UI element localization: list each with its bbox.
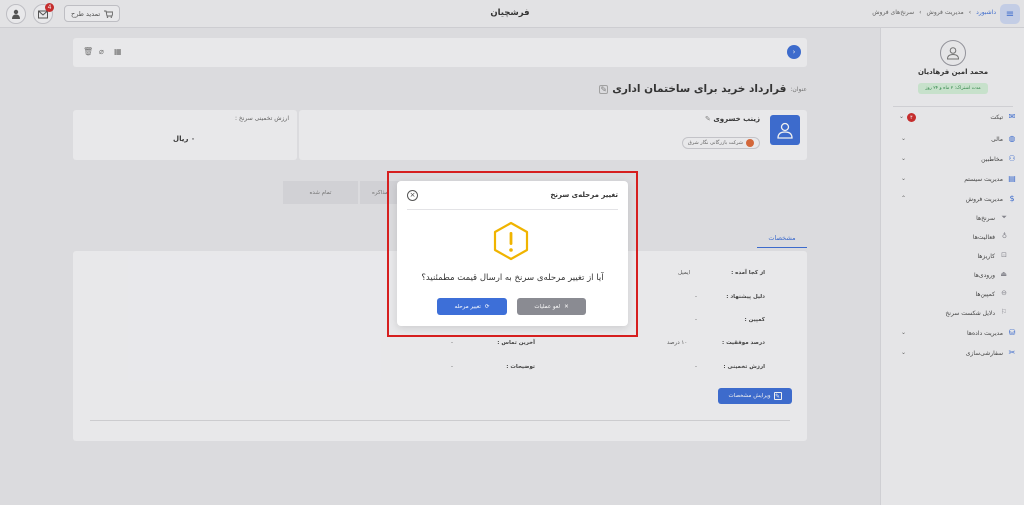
change-stage-button[interactable]: ⟳ تغییر مرحله	[437, 298, 507, 315]
dialog-divider	[407, 209, 618, 210]
refresh-icon: ⟳	[484, 303, 490, 310]
change-stage-label: تغییر مرحله	[454, 303, 481, 310]
cancel-label: لغو عملیات	[534, 303, 561, 310]
x-icon: ✕	[564, 303, 569, 310]
dialog-title: تغییر مرحله‌ی سرنخ	[550, 191, 618, 199]
close-icon[interactable]: ×	[407, 190, 418, 201]
cancel-button[interactable]: ✕ لغو عملیات	[517, 298, 586, 315]
warning-icon	[493, 221, 529, 261]
change-stage-dialog: تغییر مرحله‌ی سرنخ × آیا از تغییر مرحله‌…	[397, 181, 628, 326]
dialog-question: آیا از تغییر مرحله‌ی سرنخ به ارسال قیمت …	[421, 273, 604, 283]
